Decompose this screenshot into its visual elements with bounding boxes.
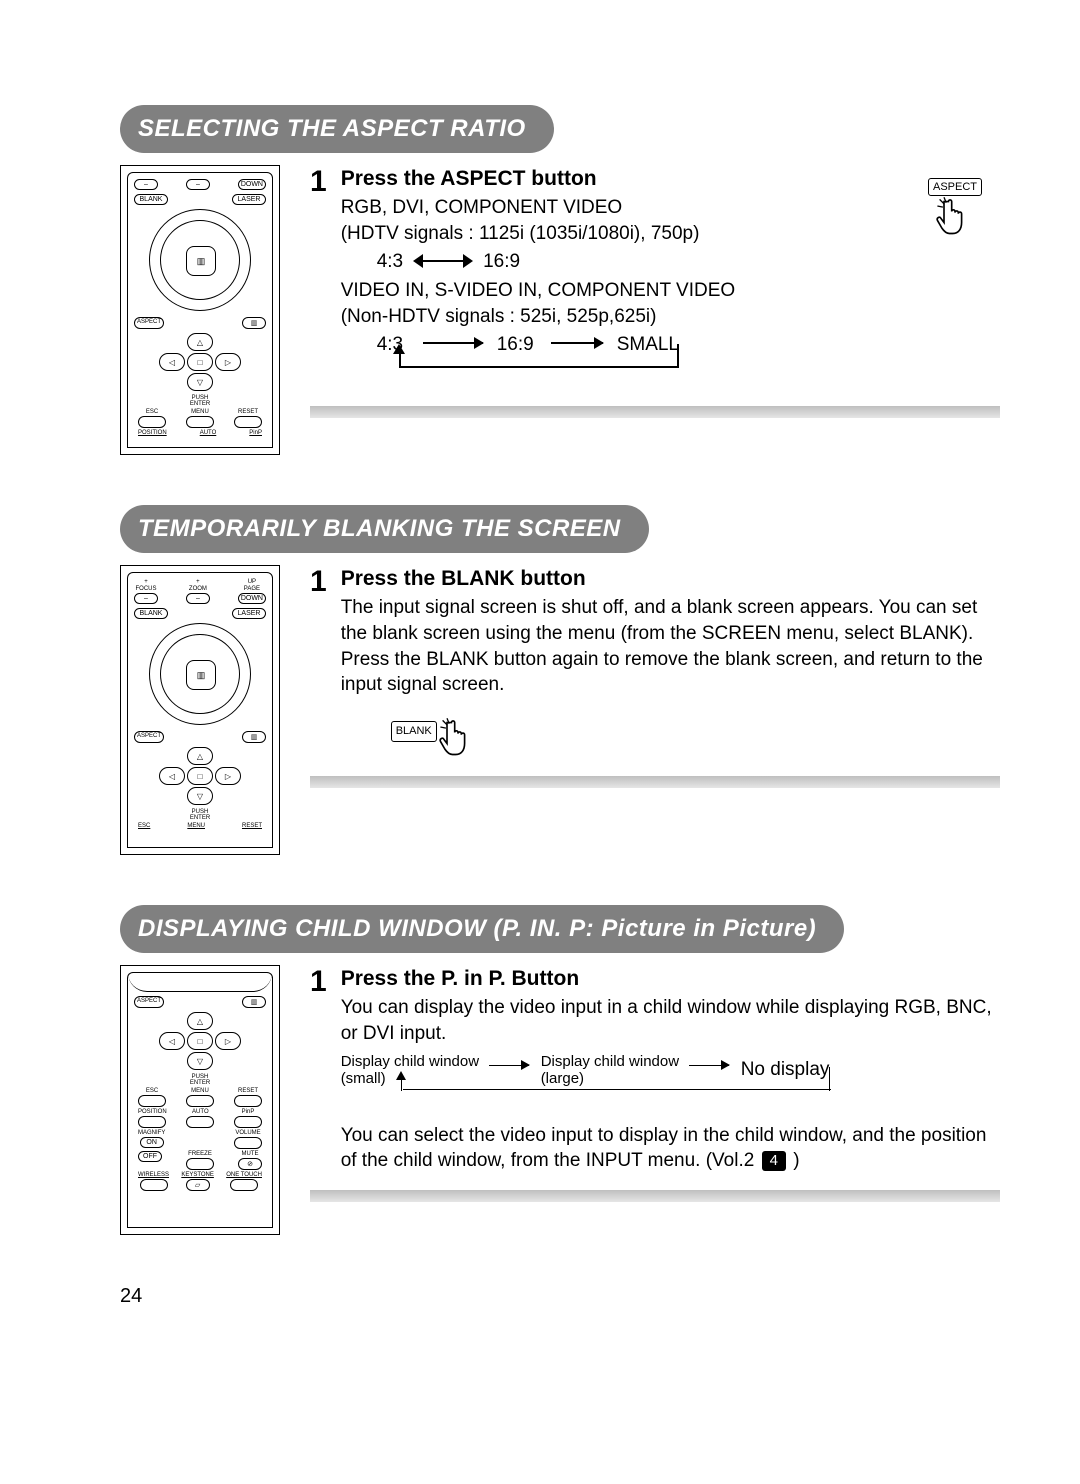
step-body-text: The input signal screen is shut off, and… bbox=[341, 595, 1000, 698]
hand-press-icon bbox=[436, 716, 480, 760]
section-divider bbox=[310, 1190, 1000, 1202]
section-divider bbox=[310, 776, 1000, 788]
section-blank-screen: TEMPORARILY BLANKING THE SCREEN +FOCUS– … bbox=[120, 505, 1000, 855]
arrow-right-icon bbox=[551, 342, 603, 344]
remote-diagram-pinp: ASPECT ▥ △ ◁□▷ ▽ PUSH ENTER ESC MENU RES… bbox=[120, 965, 280, 1235]
text-line: RGB, DVI, COMPONENT VIDEO bbox=[341, 195, 1000, 221]
step-title-aspect: Press the ASPECT button bbox=[341, 165, 1000, 193]
text-line: (Non-HDTV signals : 525i, 525p,625i) bbox=[341, 304, 1000, 330]
step-number: 1 bbox=[310, 967, 327, 997]
step-number: 1 bbox=[310, 167, 327, 197]
remote-wheel: ▥ bbox=[149, 623, 251, 725]
step-title-blank: Press the BLANK button bbox=[341, 565, 1000, 593]
remote-key: DOWN bbox=[238, 179, 266, 190]
arrow-right-icon bbox=[689, 1065, 729, 1067]
press-blank-illustration: BLANK bbox=[391, 716, 1000, 760]
step-number: 1 bbox=[310, 567, 327, 597]
page-number: 24 bbox=[120, 1285, 1000, 1308]
pinp-cycle-diagram: Display child window (small) Display chi… bbox=[341, 1053, 1000, 1113]
remote-laser-key: LASER bbox=[232, 194, 266, 205]
text-line: (HDTV signals : 1125i (1035i/1080i), 750… bbox=[341, 221, 1000, 247]
heading-pinp: DISPLAYING CHILD WINDOW (P. IN. P: Pictu… bbox=[120, 905, 844, 953]
section-aspect-ratio: SELECTING THE ASPECT RATIO – – DOWN BLAN… bbox=[120, 105, 1000, 455]
heading-aspect: SELECTING THE ASPECT RATIO bbox=[120, 105, 554, 153]
remote-blank-key: BLANK bbox=[134, 194, 168, 205]
double-arrow-icon bbox=[413, 254, 473, 268]
remote-key: – bbox=[134, 179, 158, 190]
remote-key: – bbox=[186, 179, 210, 190]
section-divider bbox=[310, 406, 1000, 418]
step-title-pinp: Press the P. in P. Button bbox=[341, 965, 1000, 993]
section-pinp: DISPLAYING CHILD WINDOW (P. IN. P: Pictu… bbox=[120, 905, 1000, 1235]
aspect-loop-diagram: 4:3 16:9 SMALL bbox=[377, 332, 1000, 384]
remote-push-enter: PUSH ENTER bbox=[134, 395, 266, 407]
hand-press-icon bbox=[933, 195, 977, 239]
pinp-intro-text: You can display the video input in a chi… bbox=[341, 995, 1000, 1046]
remote-laser-key: LASER bbox=[232, 608, 266, 619]
arrow-up-icon bbox=[393, 344, 405, 354]
heading-blank: TEMPORARILY BLANKING THE SCREEN bbox=[120, 505, 649, 553]
remote-blank-key: BLANK bbox=[134, 608, 168, 619]
arrow-right-icon bbox=[489, 1065, 529, 1067]
remote-wheel: ▥ bbox=[149, 209, 251, 311]
aspect-toggle-row: 4:3 16:9 bbox=[341, 249, 1000, 275]
text-line: VIDEO IN, S-VIDEO IN, COMPONENT VIDEO bbox=[341, 278, 1000, 304]
remote-key: ▥ bbox=[242, 317, 266, 329]
arrow-up-icon bbox=[396, 1071, 406, 1080]
vol2-page-badge: 4 bbox=[762, 1151, 786, 1171]
remote-dpad: △ ◁□▷ ▽ bbox=[155, 333, 245, 391]
remote-diagram-blank: +FOCUS– +ZOOM– UPPAGEDOWN BLANK LASER ▥ … bbox=[120, 565, 280, 855]
remote-aspect-key: ASPECT bbox=[134, 317, 164, 329]
pinp-after-text: You can select the video input to displa… bbox=[341, 1123, 1000, 1174]
press-aspect-illustration: ASPECT bbox=[910, 177, 1000, 239]
arrow-right-icon bbox=[423, 342, 483, 344]
remote-diagram-aspect: – – DOWN BLANK LASER ▥ ASPECT ▥ bbox=[120, 165, 280, 455]
